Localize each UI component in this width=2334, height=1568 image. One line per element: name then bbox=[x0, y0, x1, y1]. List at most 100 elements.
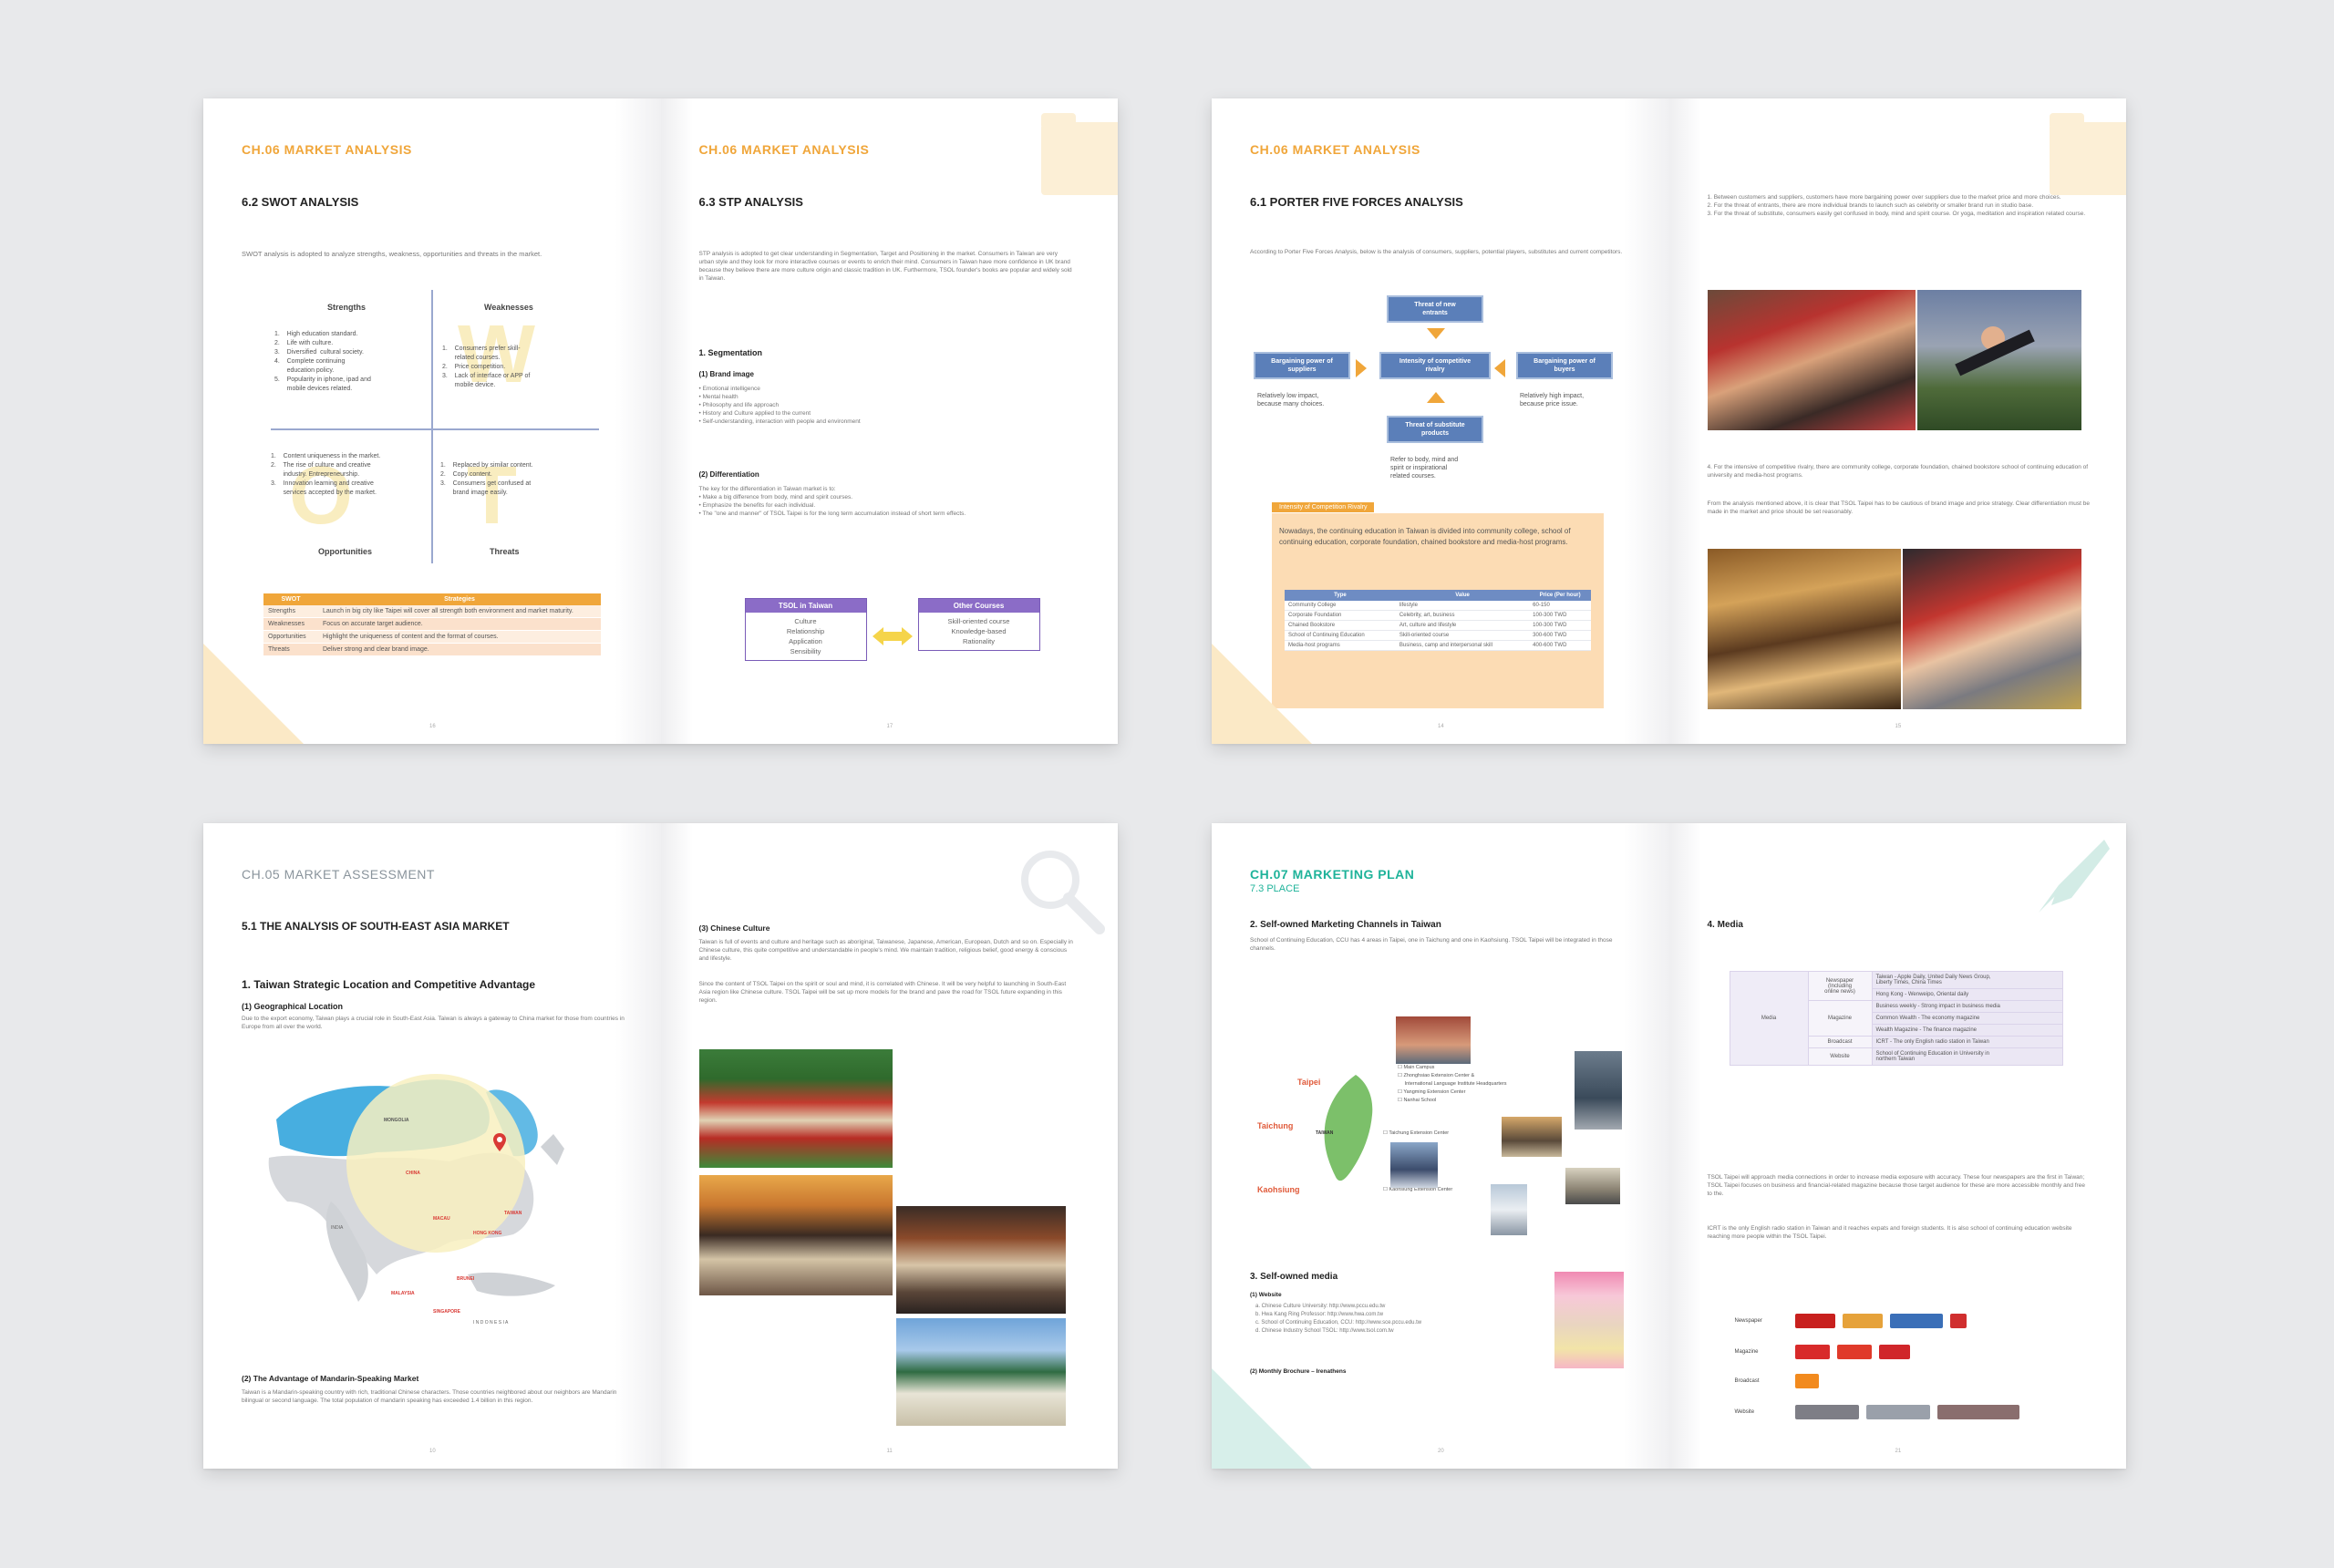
culture-title: (3) Chinese Culture bbox=[698, 923, 770, 933]
geo-text: Due to the export economy, Taiwan plays … bbox=[242, 1016, 625, 1030]
box-title: TSOL in Taiwan bbox=[745, 599, 866, 613]
table-row: Opportunities Highlight the uniqueness of… bbox=[263, 630, 601, 644]
table-row: Strengths Launch in big city like Taipei … bbox=[263, 605, 601, 618]
photo-building bbox=[1390, 1142, 1438, 1188]
page-number: 14 bbox=[1438, 724, 1444, 729]
culture-text-1: Taiwan is full of events and culture and… bbox=[698, 939, 1073, 962]
map-label-mongolia: MONGOLIA bbox=[384, 1118, 409, 1123]
newspaper-logo bbox=[1842, 1314, 1883, 1328]
buyer-note: Relatively high impact, because price is… bbox=[1520, 393, 1585, 407]
website-title: (1) Website bbox=[1250, 1292, 1282, 1298]
page-number: 15 bbox=[1895, 724, 1902, 729]
taipei-campus-list: ☐ Main Campus ☐ Zhonghsiao Extension Cen… bbox=[1398, 1065, 1507, 1103]
swot-horizontal-axis bbox=[271, 428, 599, 430]
analysis-text: 1. Between customers and suppliers, cust… bbox=[1707, 194, 2086, 217]
conclusion-text: From the analysis mentioned above, it is… bbox=[1707, 500, 2090, 515]
rivalry-text: 4. For the intensive of competitive riva… bbox=[1707, 464, 2089, 479]
photo-kaohsiung-center bbox=[1491, 1184, 1527, 1235]
table-cell: Common Wealth - The economy magazine bbox=[1871, 1012, 2063, 1025]
table-header: SWOT bbox=[263, 593, 318, 605]
swot-vertical-axis bbox=[431, 290, 433, 563]
page-porter: CH.06 MARKET ANALYSIS 6.1 PORTER FIVE FO… bbox=[1212, 98, 1669, 744]
table-cell: Wealth Magazine - The finance magazine bbox=[1871, 1024, 2063, 1037]
box-new-entrants: Threat of new entrants bbox=[1387, 295, 1483, 323]
table-header: Price (Per hour) bbox=[1529, 590, 1591, 601]
swot-label-opportunities: Opportunities bbox=[318, 547, 372, 556]
table-cell: Media bbox=[1729, 971, 1809, 1066]
photo-temple bbox=[895, 1206, 1066, 1314]
swot-matrix: W O T Strengths Weaknesses Opportunities… bbox=[271, 290, 599, 563]
magnifier-icon bbox=[1021, 851, 1105, 934]
swot-label-threats: Threats bbox=[490, 547, 520, 556]
page-porter-photos: 1. Between customers and suppliers, cust… bbox=[1668, 98, 2126, 744]
map-label-malaysia: MALAYSIA bbox=[391, 1291, 415, 1296]
channels-title: 2. Self-owned Marketing Channels in Taiw… bbox=[1250, 920, 1441, 930]
map-label-hongkong: HONG KONG bbox=[473, 1231, 502, 1236]
box-rivalry: Intensity of competitive rivalry bbox=[1379, 352, 1491, 379]
table-cell: School of Continuing Education in Univer… bbox=[1871, 1047, 2063, 1066]
website-logo bbox=[1794, 1405, 1859, 1419]
table-cell: Business, camp and interpersonal skill bbox=[1395, 640, 1530, 651]
photo-night-market bbox=[698, 1175, 893, 1295]
page-asia-market: CH.05 MARKET ASSESSMENT 5.1 THE ANALYSIS… bbox=[203, 823, 661, 1469]
newspaper-logo bbox=[1889, 1314, 1943, 1328]
swot-label-strengths: Strengths bbox=[327, 303, 367, 312]
table-cell: Chained Bookstore bbox=[1285, 620, 1396, 631]
box-items: Culture Relationship Application Sensibi… bbox=[786, 617, 825, 655]
table-cell: Newspaper (Including online news) bbox=[1807, 971, 1873, 1001]
table-row: Chained Bookstore Art, culture and lifest… bbox=[1285, 620, 1591, 631]
opportunities-list: 1. Content uniqueness in the market. 2. … bbox=[271, 453, 381, 496]
photo-lecture-hall bbox=[1707, 549, 1901, 709]
photo-yoga bbox=[1916, 290, 2081, 430]
table-cell: 400-600 TWD bbox=[1529, 640, 1591, 651]
brand-image-title: (1) Brand image bbox=[698, 370, 754, 378]
website-logo-row: Website bbox=[1735, 1405, 2019, 1419]
photo-building bbox=[1565, 1168, 1620, 1204]
table-row: Threats Deliver strong and clear brand im… bbox=[263, 643, 601, 656]
table-row: Corporate Foundation Celebrity, art, busi… bbox=[1285, 610, 1591, 621]
substitute-note: Refer to body, mind and spirit or inspir… bbox=[1390, 457, 1459, 480]
chapter-subtitle: 7.3 PLACE bbox=[1250, 883, 1300, 894]
arrow-down-icon bbox=[1427, 328, 1445, 339]
table-cell: 60-150 bbox=[1529, 601, 1591, 611]
rivalry-note-panel: Intensity of Competition Rivalry Nowaday… bbox=[1272, 502, 1604, 708]
city-label-taichung: Taichung bbox=[1257, 1121, 1294, 1130]
table-cell: Launch in big city like Taipei will cove… bbox=[318, 605, 601, 618]
table-row: School of Continuing Education Skill-orie… bbox=[1285, 630, 1591, 641]
folder-icon bbox=[1041, 113, 1118, 195]
chapter-title: CH.06 MARKET ANALYSIS bbox=[1250, 142, 1420, 157]
map-label-indonesia: I N D O N E S I A bbox=[473, 1320, 509, 1326]
box-buyers: Bargaining power of buyers bbox=[1516, 352, 1613, 379]
arrow-up-icon bbox=[1427, 392, 1445, 403]
table-cell: School of Continuing Education bbox=[1285, 630, 1396, 641]
map-label-china: CHINA bbox=[406, 1171, 420, 1176]
spread-swot-stp: CH.06 MARKET ANALYSIS 6.2 SWOT ANALYSIS … bbox=[203, 98, 1118, 744]
intro-text: SWOT analysis is adopted to analyze stre… bbox=[242, 250, 542, 258]
taichung-center: ☐ Taichung Extension Center bbox=[1383, 1130, 1450, 1136]
spread-porter: CH.06 MARKET ANALYSIS 6.1 PORTER FIVE FO… bbox=[1212, 98, 2126, 744]
broadcast-logo bbox=[1794, 1374, 1819, 1388]
photo-aboriginal-dance bbox=[698, 1049, 893, 1168]
segmentation-title: 1. Segmentation bbox=[698, 348, 763, 357]
map-label-taiwan: TAIWAN bbox=[504, 1211, 522, 1216]
table-cell: Community College bbox=[1285, 601, 1396, 611]
table-row: Weaknesses Focus on accurate target audie… bbox=[263, 617, 601, 631]
table-header: Strategies bbox=[318, 593, 601, 605]
table-cell: 100-300 TWD bbox=[1529, 610, 1591, 621]
geo-title: (1) Geographical Location bbox=[242, 1002, 344, 1011]
newspaper-logo bbox=[1949, 1314, 1967, 1328]
page-number: 17 bbox=[886, 724, 893, 729]
table-cell: ICRT - The only English radio station in… bbox=[1871, 1036, 2063, 1048]
table-cell: Business weekly - Strong impact in busin… bbox=[1871, 1000, 2063, 1013]
note-text: Nowadays, the continuing education in Ta… bbox=[1279, 527, 1571, 546]
media-text-2: ICRT is the only English radio station i… bbox=[1707, 1225, 2072, 1240]
table-header: Value bbox=[1395, 590, 1530, 601]
brochure-cover bbox=[1554, 1272, 1624, 1368]
box-substitutes: Threat of substitute products bbox=[1387, 416, 1483, 443]
magazine-logo-row: Magazine bbox=[1735, 1345, 1910, 1359]
note-tag: Intensity of Competition Rivalry bbox=[1272, 502, 1375, 512]
self-owned-media-title: 3. Self-owned media bbox=[1250, 1272, 1338, 1282]
newspaper-logo bbox=[1794, 1314, 1835, 1328]
table-row: Community College lifestyle 60-150 bbox=[1285, 601, 1591, 611]
logo-row-label: Broadcast bbox=[1734, 1378, 1760, 1384]
